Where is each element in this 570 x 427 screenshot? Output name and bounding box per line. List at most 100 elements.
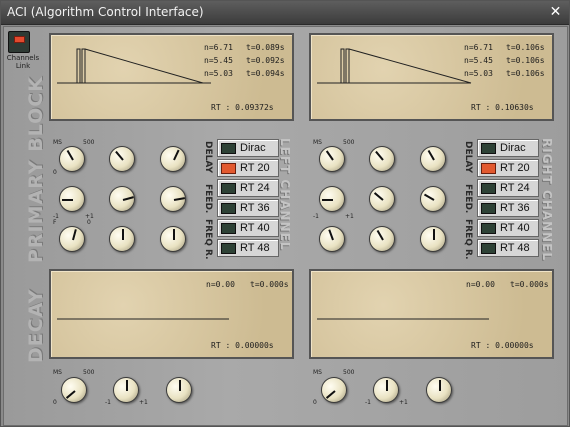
right-preset-label: Dirac (500, 142, 526, 154)
right-preset-rt36[interactable]: RT 36 (477, 199, 539, 217)
left-decay-n: n=0.00 (206, 280, 235, 289)
right-preset-led (481, 223, 496, 234)
left-decay-feed-max-label: +1 (139, 399, 148, 406)
left-preset-led-active (221, 163, 236, 174)
left-preset-label: RT 40 (240, 222, 270, 234)
left-freq-knob-2[interactable] (109, 226, 135, 252)
left-feed-knob-3[interactable] (160, 186, 186, 212)
decay-label: DECAY (25, 288, 47, 363)
right-primary-t-0: t=0.106s (506, 43, 545, 52)
left-preset-label: RT 48 (240, 242, 270, 254)
right-preset-rt40[interactable]: RT 40 (477, 219, 539, 237)
right-delay-max-label: 500 (343, 139, 355, 146)
left-primary-t-1: t=0.092s (246, 56, 285, 65)
left-primary-n-0: n=6.71 (204, 43, 233, 52)
right-preset-rt48[interactable]: RT 48 (477, 239, 539, 257)
left-decay-max-label: 500 (83, 369, 95, 376)
right-decay-n: n=0.00 (466, 280, 495, 289)
left-decay-freq-knob[interactable] (166, 377, 192, 403)
left-decay-ms-label: MS (53, 369, 62, 376)
right-decay-freq-knob[interactable] (426, 377, 452, 403)
right-preset-rt20[interactable]: RT 20 (477, 159, 539, 177)
right-delay-knob-1[interactable] (319, 146, 345, 172)
left-delay-knob-2[interactable] (109, 146, 135, 172)
left-delay-ms-label: MS (53, 139, 62, 146)
left-primary-n-1: n=5.45 (204, 56, 233, 65)
right-decay-feed-knob[interactable] (373, 377, 399, 403)
right-freq-knob-2[interactable] (369, 226, 395, 252)
left-decay-feed-knob[interactable] (113, 377, 139, 403)
left-delay-knob-1[interactable] (59, 146, 85, 172)
right-decay-delay-knob[interactable] (321, 377, 347, 403)
right-preset-led (481, 183, 496, 194)
title-bar[interactable]: ACI (Algorithm Control Interface) ✕ (1, 1, 569, 25)
right-preset-label: RT 24 (500, 182, 530, 194)
right-preset-led (481, 203, 496, 214)
right-feed-min-label: -1 (313, 213, 319, 220)
right-preset-label: RT 36 (500, 202, 530, 214)
left-preset-label: RT 20 (240, 162, 270, 174)
left-preset-rt20[interactable]: RT 20 (217, 159, 279, 177)
left-primary-rt: RT : 0.09372s (211, 103, 274, 112)
primary-block-label: PRIMARY BLOCK (25, 76, 47, 263)
left-preset-rt48[interactable]: RT 48 (217, 239, 279, 257)
left-preset-dirac[interactable]: Dirac (217, 139, 279, 157)
right-feed-knob-3[interactable] (420, 186, 446, 212)
left-freq-row-label: FREQ R. (203, 219, 213, 260)
left-primary-t-0: t=0.089s (246, 43, 285, 52)
right-preset-label: RT 40 (500, 222, 530, 234)
right-decay-rt: RT : 0.00000s (471, 341, 534, 350)
right-primary-n-1: n=5.45 (464, 56, 493, 65)
right-feed-knob-2[interactable] (369, 186, 395, 212)
left-preset-rt40[interactable]: RT 40 (217, 219, 279, 237)
left-delay-knob-3[interactable] (160, 146, 186, 172)
right-delay-knob-2[interactable] (369, 146, 395, 172)
left-primary-n-2: n=5.03 (204, 69, 233, 78)
left-preset-led (221, 183, 236, 194)
left-decay-delay-knob[interactable] (61, 377, 87, 403)
right-preset-rt24[interactable]: RT 24 (477, 179, 539, 197)
right-delay-ms-label: MS (313, 139, 322, 146)
left-delay-max-label: 500 (83, 139, 95, 146)
right-preset-led-active (481, 163, 496, 174)
left-preset-rt36[interactable]: RT 36 (217, 199, 279, 217)
right-delay-knob-3[interactable] (420, 146, 446, 172)
left-preset-label: RT 36 (240, 202, 270, 214)
left-preset-rt24[interactable]: RT 24 (217, 179, 279, 197)
left-preset-led (221, 223, 236, 234)
channels-link-button[interactable] (8, 31, 30, 53)
left-freq-knob-3[interactable] (160, 226, 186, 252)
led-icon (14, 36, 25, 43)
left-decay-t: t=0.000s (250, 280, 289, 289)
right-feed-max-label: +1 (345, 213, 354, 220)
aci-window: ACI (Algorithm Control Interface) ✕ Chan… (0, 0, 570, 427)
right-decay-feed-max-label: +1 (399, 399, 408, 406)
close-icon[interactable]: ✕ (548, 5, 563, 20)
left-preset-led (221, 143, 236, 154)
left-preset-label: Dirac (240, 142, 266, 154)
right-decay-display: n=0.00 t=0.000s RT : 0.00000s (309, 269, 554, 359)
right-freq-knob-1[interactable] (319, 226, 345, 252)
right-primary-display: n=6.71 t=0.106s n=5.45 t=0.106s n=5.03 t… (309, 33, 554, 121)
right-freq-row-label: FREQ R. (463, 219, 473, 260)
left-freq-f-label: F (53, 219, 57, 226)
right-primary-rt: RT : 0.10630s (471, 103, 534, 112)
right-feed-row-label: FEED. (463, 184, 473, 214)
left-decay-feed-min-label: -1 (105, 399, 111, 406)
right-decay-min-label: 0 (313, 399, 317, 406)
left-delay-min-label: 0 (53, 169, 57, 176)
right-preset-dirac[interactable]: Dirac (477, 139, 539, 157)
left-feed-knob-1[interactable] (59, 186, 85, 212)
left-preset-led (221, 243, 236, 254)
left-freq-zero-label: 0 (87, 219, 91, 226)
left-feed-knob-2[interactable] (109, 186, 135, 212)
left-preset-label: RT 24 (240, 182, 270, 194)
channels-link-label: Channels Link (6, 54, 40, 70)
left-delay-row-label: DELAY (203, 141, 213, 173)
right-preset-label: RT 20 (500, 162, 530, 174)
right-primary-n-0: n=6.71 (464, 43, 493, 52)
left-freq-knob-1[interactable] (59, 226, 85, 252)
right-feed-knob-1[interactable] (319, 186, 345, 212)
left-primary-t-2: t=0.094s (246, 69, 285, 78)
right-freq-knob-3[interactable] (420, 226, 446, 252)
